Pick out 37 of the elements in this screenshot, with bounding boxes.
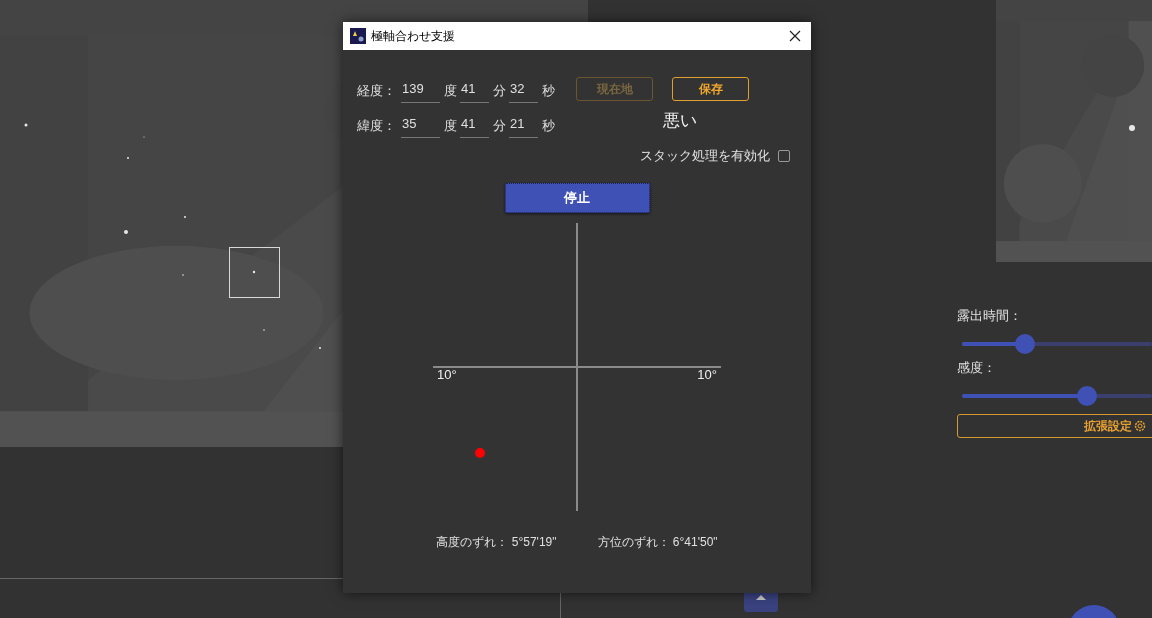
number-field[interactable]: 35	[401, 114, 440, 138]
unit-label: 度	[444, 117, 457, 136]
quality-status: 悪い	[663, 110, 698, 132]
slider-thumb[interactable]	[1077, 386, 1098, 406]
unit-label: 分	[493, 117, 506, 136]
close-icon[interactable]	[789, 30, 801, 42]
window-title: 極軸合わせ支援	[371, 28, 456, 45]
scale-label: 10°	[437, 366, 457, 382]
number-field[interactable]: 21	[509, 114, 538, 138]
coordinate-label: 緯度：	[357, 117, 397, 136]
slider-thumb[interactable]	[1014, 334, 1035, 354]
slider-track[interactable]	[962, 386, 1152, 406]
slider-label: 感度：	[957, 359, 997, 377]
up-triangle-icon	[756, 595, 766, 600]
number-field[interactable]: 41	[460, 79, 489, 103]
unit-label: 秒	[542, 82, 555, 101]
advanced-settings-button[interactable]: 拡張設定	[957, 414, 1152, 438]
unit-label: 秒	[542, 117, 555, 136]
slider-track[interactable]	[962, 334, 1152, 354]
stacking-checkbox[interactable]	[778, 149, 790, 162]
offset-point	[475, 447, 485, 458]
number-field[interactable]: 41	[460, 114, 489, 138]
selection-box	[229, 247, 280, 298]
save-button[interactable]: 保存	[672, 77, 749, 101]
number-field[interactable]: 32	[509, 79, 538, 103]
azimuth-offset: 方位のずれ： 6°41'50"	[597, 533, 718, 551]
checkbox-label: スタック処理を有効化	[640, 147, 770, 165]
scale-label: 10°	[697, 366, 717, 382]
gear-icon	[1134, 420, 1146, 432]
stop-button[interactable]: 停止	[504, 182, 650, 213]
slider-label: 露出時間：	[957, 307, 1023, 325]
altitude-offset: 高度のずれ： 5°57'19"	[436, 533, 557, 551]
coordinate-label: 経度：	[357, 82, 397, 101]
unit-label: 分	[493, 82, 506, 101]
app-logo-icon	[350, 28, 366, 44]
number-field[interactable]: 139	[401, 79, 440, 103]
unit-label: 度	[444, 82, 457, 101]
